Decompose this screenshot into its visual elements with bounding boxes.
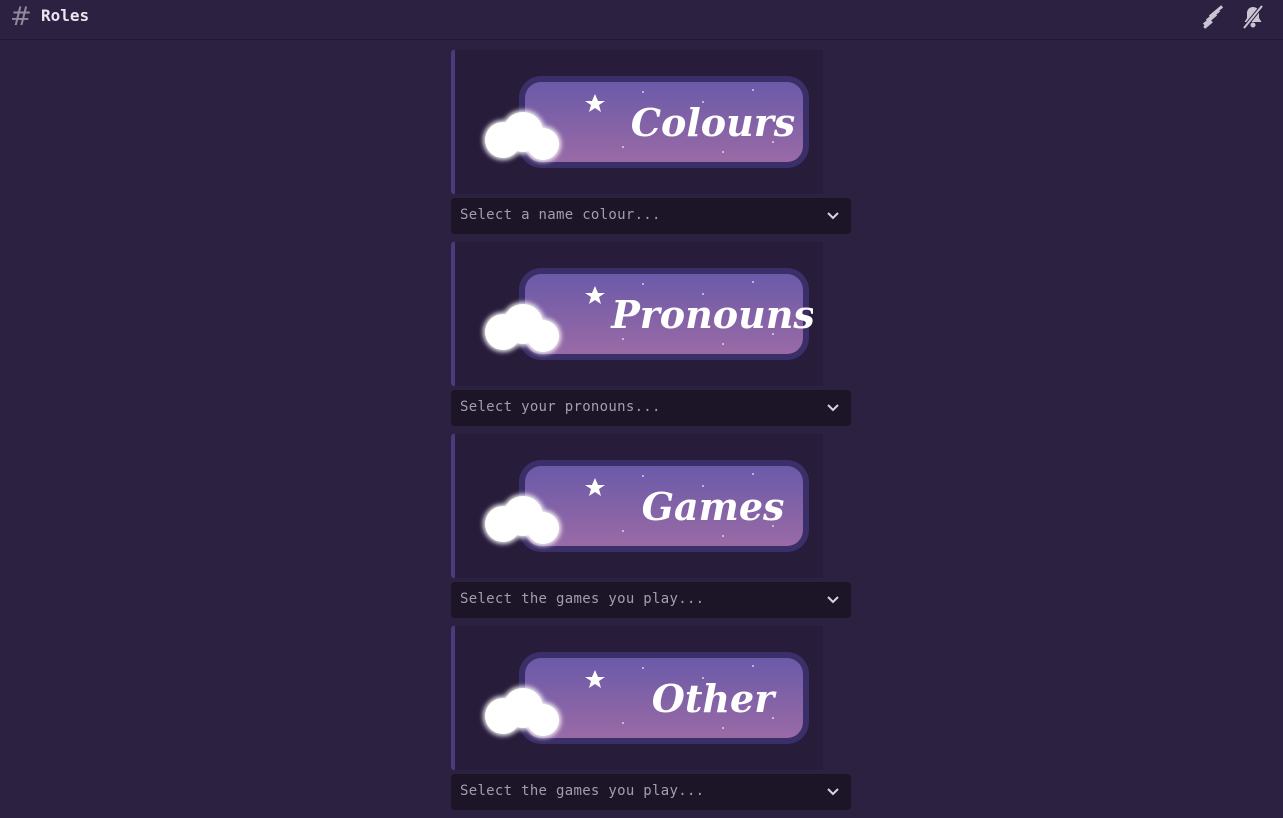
select-placeholder: Select your pronouns... [460,399,661,415]
other-select[interactable]: Select the games you play... [451,774,851,810]
chevron-down-icon [827,596,839,604]
banner-embed: Other [451,626,823,770]
name-colour-select[interactable]: Select a name colour... [451,198,851,234]
games-select[interactable]: Select the games you play... [451,582,851,618]
banner-embed: Pronouns [451,242,823,386]
select-placeholder: Select the games you play... [460,591,705,607]
mute-notifications-icon[interactable] [1240,4,1266,30]
select-placeholder: Select a name colour... [460,207,661,223]
banner-title: Colours [631,100,795,145]
chevron-down-icon [827,212,839,220]
banner-title: Pronouns [610,292,813,337]
chevron-down-icon [827,788,839,796]
games-banner-image: Games [483,460,809,552]
colours-banner-image: Colours [483,76,809,168]
channel-hash-icon: # [10,2,32,32]
select-placeholder: Select the games you play... [460,783,705,799]
chevron-down-icon [827,404,839,412]
pronouns-banner-image: Pronouns [483,268,813,360]
banner-title: Games [642,484,785,529]
channel-header: # Roles [0,0,1283,40]
banner-embed: Games [451,434,823,578]
banner-title: Other [652,676,777,721]
threads-icon[interactable] [1200,4,1226,30]
pronouns-select[interactable]: Select your pronouns... [451,390,851,426]
other-banner-image: Other [483,652,809,744]
banner-embed: Colours [451,50,823,194]
channel-title: Roles [41,6,90,25]
